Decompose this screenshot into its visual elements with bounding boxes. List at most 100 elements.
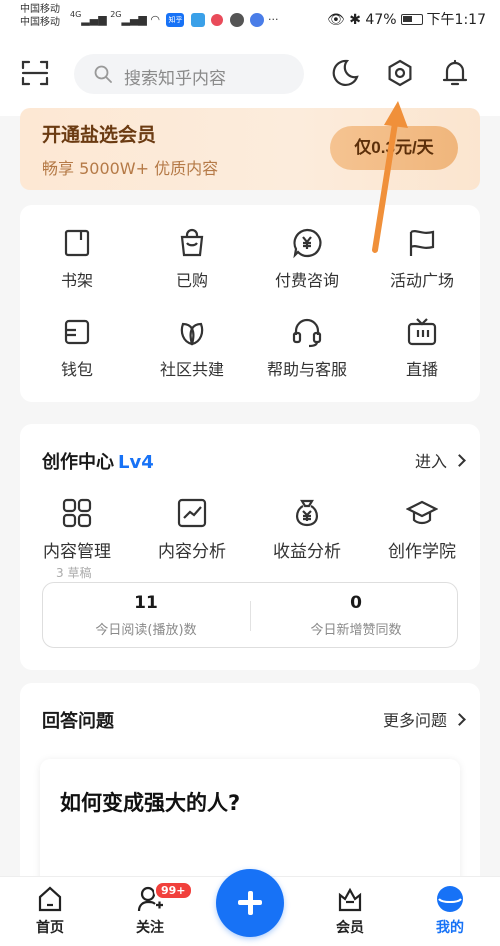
nav-label: 首页: [36, 920, 64, 936]
divider: [250, 601, 251, 631]
creator-center-title: 创作中心 Lv4: [42, 448, 154, 474]
shortcut-activity[interactable]: 活动广场: [367, 227, 477, 291]
creator-item-label: 内容分析: [158, 542, 226, 562]
moon-icon[interactable]: [330, 58, 360, 88]
zhihu-app-icon: 知乎: [166, 13, 185, 27]
today-stats: 11 今日阅读(播放)数 0 今日新增赞同数: [42, 582, 458, 648]
more-label: 更多问题: [382, 711, 447, 730]
chart-icon: [177, 498, 207, 528]
shortcut-community[interactable]: 社区共建: [137, 316, 247, 380]
nav-follow[interactable]: 99+ 关注: [110, 881, 193, 937]
chevron-right-icon: [453, 713, 466, 726]
status-bar: 中国移动 中国移动 4G▂▄▆ 2G▂▄▆ ◠ 知乎 ··· 👁 ✱ 47% 下午…: [0, 0, 500, 36]
profile-icon: [437, 886, 463, 912]
bell-icon[interactable]: [440, 58, 470, 88]
money-bag-icon: [296, 499, 318, 527]
signal-icon: ▂▄▆: [81, 13, 107, 26]
today-likes-stat[interactable]: 0 今日新增赞同数: [256, 593, 456, 638]
scan-icon[interactable]: [20, 58, 50, 88]
stat-value: 0: [350, 593, 362, 613]
creator-revenue-analysis[interactable]: 收益分析: [252, 497, 362, 562]
status-icons: 4G▂▄▆ 2G▂▄▆ ◠ 知乎 ···: [70, 10, 278, 27]
notification-badge: 99+: [154, 881, 193, 900]
creator-item-label: 内容管理: [43, 542, 111, 562]
draft-count: 3 草稿: [56, 566, 92, 580]
stat-label: 今日阅读(播放)数: [95, 623, 197, 638]
shortcut-wallet[interactable]: 钱包: [22, 316, 132, 380]
shortcut-label: 钱包: [60, 360, 93, 379]
network-1: 4G: [70, 10, 82, 19]
shortcut-label: 已购: [175, 271, 208, 290]
shortcut-help[interactable]: 帮助与客服: [252, 316, 362, 380]
more-questions-link[interactable]: 更多问题: [382, 707, 466, 731]
signal-icon-2: ▂▄▆: [121, 13, 147, 26]
search-input[interactable]: 搜索知乎内容: [74, 54, 304, 94]
nav-profile[interactable]: 我的: [410, 885, 490, 937]
app-icon: [229, 13, 244, 27]
eye-icon: 👁: [327, 12, 345, 28]
creator-content-management[interactable]: 内容管理: [22, 497, 132, 562]
network-2: 2G: [110, 10, 122, 19]
creator-academy[interactable]: 创作学院: [367, 497, 477, 562]
top-bar: 搜索知乎内容: [0, 36, 500, 116]
enter-label: 进入: [414, 452, 447, 471]
battery-icon: [400, 14, 423, 25]
enter-creator-center[interactable]: 进入: [414, 448, 466, 472]
creator-level: Lv4: [118, 452, 154, 473]
paid-consult-icon: [293, 228, 322, 259]
chevron-right-icon: [453, 454, 466, 467]
creator-center-label: 创作中心: [42, 452, 114, 473]
creator-content-analysis[interactable]: 内容分析: [137, 497, 247, 562]
vip-subtitle: 畅享 5000W+ 优质内容: [42, 159, 219, 178]
more-icon: ···: [267, 13, 279, 26]
shortcut-label: 活动广场: [389, 271, 454, 290]
graduation-cap-icon: [406, 500, 438, 525]
shopping-bag-icon: [180, 228, 204, 257]
nav-label: 会员: [336, 920, 364, 936]
nav-label: 我的: [436, 920, 464, 936]
tv-icon: [407, 318, 437, 346]
stat-value: 11: [134, 593, 158, 613]
flag-icon: [409, 230, 435, 256]
shortcut-paid-consult[interactable]: 付费咨询: [252, 227, 362, 291]
music-icon: [250, 13, 265, 27]
nav-label: 关注: [136, 920, 164, 936]
home-icon: [38, 886, 62, 912]
today-reads-stat[interactable]: 11 今日阅读(播放)数: [46, 593, 246, 638]
create-plus-button[interactable]: [216, 869, 284, 937]
wallet-icon: [64, 319, 90, 345]
headset-icon: [292, 318, 322, 348]
shortcut-purchased[interactable]: 已购: [137, 227, 247, 291]
app-icon: [211, 14, 224, 26]
shortcut-label: 书架: [60, 271, 93, 290]
shortcut-label: 直播: [405, 360, 438, 379]
carrier-2: 中国移动: [20, 17, 60, 28]
search-icon: [94, 65, 112, 83]
status-right: 👁 ✱ 47% 下午1:17: [327, 9, 486, 29]
stat-label: 今日新增赞同数: [310, 623, 402, 638]
bottom-nav: 首页 99+ 关注 会员 我的: [0, 869, 500, 946]
shortcuts-card: 书架 已购 付费咨询 活动广场 钱包 社区共建 帮助与客服 直播: [20, 205, 480, 402]
nav-home[interactable]: 首页: [10, 885, 90, 937]
vip-price-button[interactable]: 仅0.3元/天: [330, 126, 458, 170]
clock: 下午1:17: [426, 12, 486, 28]
vip-icon: [338, 887, 362, 912]
bluetooth-icon: ✱: [349, 12, 361, 28]
bookshelf-icon: [64, 229, 90, 257]
vip-banner[interactable]: 开通盐选会员 畅享 5000W+ 优质内容 仅0.3元/天: [20, 108, 480, 190]
nav-vip[interactable]: 会员: [310, 885, 390, 937]
grid-icon: [62, 498, 92, 528]
leaf-icon: [180, 322, 204, 346]
shortcut-label: 社区共建: [159, 360, 224, 379]
creator-center-card: 创作中心 Lv4 进入 内容管理 内容分析 收益分析 创作学院 3 草稿 11 今…: [20, 424, 480, 670]
app-icon: [190, 13, 205, 27]
search-placeholder: 搜索知乎内容: [124, 69, 226, 89]
creator-item-label: 创作学院: [388, 542, 456, 562]
carrier-1: 中国移动: [20, 4, 60, 15]
shortcut-bookshelf[interactable]: 书架: [22, 227, 132, 291]
shortcut-live[interactable]: 直播: [367, 316, 477, 380]
settings-icon[interactable]: [385, 58, 415, 88]
battery-percent: 47%: [365, 12, 397, 28]
creator-item-label: 收益分析: [273, 542, 341, 562]
question-title: 如何变成强大的人?: [60, 791, 241, 815]
